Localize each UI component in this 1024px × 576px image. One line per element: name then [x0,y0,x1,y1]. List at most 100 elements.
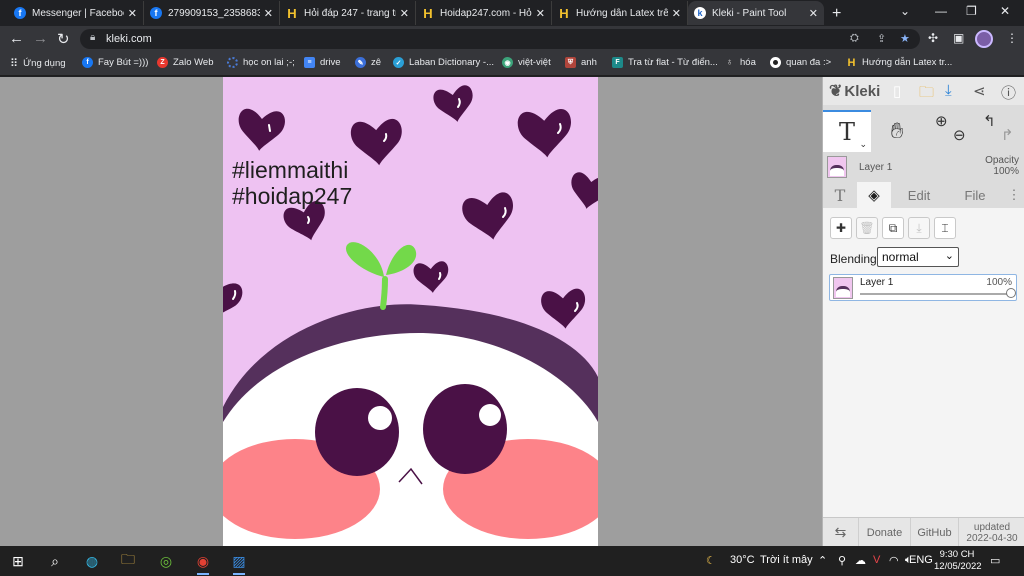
share-icon[interactable]: ⋖ [973,82,986,100]
help-icon[interactable]: ⓘ [1001,82,1016,103]
chevron-up-icon[interactable]: ⌃ [818,554,827,567]
delete-layer-button[interactable]: 🗑︎ [856,217,878,239]
bookmark-laban[interactable]: ✓ Laban Dictionary -... [393,57,494,68]
weather-icon[interactable]: ☾ [706,554,716,567]
updated-link[interactable]: updated 2022-04-30 [959,518,1024,547]
close-window-icon[interactable]: ✕ [1000,4,1010,18]
minimize-icon[interactable]: — [935,4,947,18]
url-text[interactable]: kleki.com [106,33,152,45]
address-bar[interactable]: 🔒︎ kleki.com ⛭ ⇪ ★ [80,29,920,49]
bookmark-latex[interactable]: H Hướng dẫn Latex tr... [846,57,953,69]
paint-app-icon[interactable]: ▨ [229,552,249,575]
weather-temp[interactable]: 30°C [730,554,755,566]
tab-layers[interactable]: ◈ [857,182,891,208]
close-tab-icon[interactable]: ✕ [128,7,137,20]
tab-title: Hướng dẫn Latex trên [576,7,668,19]
bookmark-star-icon[interactable]: ★ [900,32,910,45]
github-link[interactable]: GitHub [911,518,959,547]
windows-start-icon[interactable]: ⊞ [8,552,28,570]
bookmark-drive[interactable]: ≡ drive [304,57,341,68]
zoom-in-icon[interactable]: ⊕ [935,112,948,130]
translate-icon[interactable]: ⛭ [850,32,859,45]
more-menu[interactable]: ⋮ [1003,182,1024,208]
bookmark-fay-but[interactable]: f Fay Bút =))) [82,57,148,68]
file-explorer-icon[interactable]: 🗀︎ [118,551,138,570]
close-tab-icon[interactable]: ✕ [672,7,681,20]
tab-hoidap-1[interactable]: H Hỏi đáp 247 - trang tr ✕ [280,1,416,25]
add-layer-button[interactable]: ✚ [830,217,852,239]
bookmark-hoc-on-lai[interactable]: học on lai ;-; [227,57,295,68]
app-icon[interactable]: ◎ [156,552,176,570]
rename-layer-button[interactable]: ⌶ [934,217,956,239]
drawing-canvas[interactable]: #liemmaithi #hoidap247 [223,77,598,546]
restore-icon[interactable]: ❐ [966,4,977,18]
layer-item[interactable]: Layer 1 100% [829,274,1017,301]
share-icon[interactable]: ⇪ [877,32,886,45]
search-icon[interactable]: ⌕ [45,552,65,570]
tab-edit[interactable]: Edit [891,182,947,208]
bookmark-viet-viet[interactable]: ◉ việt-việt [502,57,551,68]
merge-down-button[interactable]: ⤓ [908,217,930,239]
cloud-icon[interactable]: ☁ [855,554,866,567]
zoom-out-icon[interactable]: ⊖ [953,126,966,144]
back-icon[interactable]: ← [9,30,24,47]
bookmarks-bar: ⠿ Ứng dụng f Fay Bút =))) Z Zalo Web học… [0,52,1024,76]
close-tab-icon[interactable]: ✕ [264,7,273,20]
chrome-icon[interactable]: ◉ [193,552,213,575]
bookmark-label: Fay Bút =))) [98,57,149,68]
menu-icon[interactable]: ⋮ [1006,31,1018,45]
app-tray-icon[interactable]: V [873,554,880,566]
network-icon[interactable]: ⚲ [838,554,846,567]
forward-icon[interactable]: → [33,30,48,47]
weather-desc[interactable]: Trời ít mây [760,554,813,566]
hand-tool-button[interactable]: ✋︎ [873,110,921,152]
redo-icon[interactable]: ↱ [1001,126,1014,144]
bookmark-apps[interactable]: ⠿ Ứng dụng [10,57,66,70]
edge-icon[interactable]: ◍ [82,552,102,570]
bookmark-tra-tu-flat[interactable]: F Tra từ flat - Từ điển... [612,57,718,68]
side-panel-icon[interactable]: ▣ [953,31,964,45]
bookmark-hoa[interactable]: ♁ hóa [724,57,756,68]
new-tab-icon[interactable]: + [832,5,841,23]
duplicate-layer-button[interactable]: ⧉ [882,217,904,239]
open-folder-icon[interactable]: 🗀︎ [919,82,934,107]
chevron-down-icon[interactable]: ⌄ [859,139,867,150]
close-tab-icon[interactable]: ✕ [536,7,545,20]
profile-avatar[interactable] [975,30,993,48]
bookmark-ze[interactable]: ✎ zê [355,57,381,68]
language-indicator[interactable]: ENG [909,554,933,566]
donate-link[interactable]: Donate [859,518,911,547]
close-tab-icon[interactable]: ✕ [400,7,409,20]
layer-opacity-slider[interactable] [860,293,1010,295]
tab-text-settings[interactable]: T [823,182,857,208]
canvas-workspace[interactable]: #liemmaithi #hoidap247 [0,77,822,546]
tab-facebook-photo[interactable]: f 279909153_23586838 ✕ [144,1,280,25]
bookmark-quan-da[interactable]: quan đa :> [770,57,831,68]
tab-search-icon[interactable]: ⌄ [900,4,910,18]
undo-icon[interactable]: ↰ [983,112,996,130]
bookmark-anh[interactable]: ⛨ anh [565,57,597,68]
opacity-readout[interactable]: Opacity 100% [985,155,1019,177]
tab-file[interactable]: File [947,182,1003,208]
notification-icon[interactable]: ▭ [990,554,1000,567]
tab-messenger[interactable]: f Messenger | Facebook ✕ [8,1,144,25]
layer-opacity-knob[interactable] [1006,288,1016,298]
kleki-logo[interactable]: ❦ Kleki [829,81,880,101]
close-tab-icon[interactable]: ✕ [809,7,818,20]
text-tool-button[interactable]: T ⌄ [823,110,871,152]
new-file-icon[interactable]: ▯ [893,82,901,100]
save-download-icon[interactable]: ⤓ [945,82,952,99]
lock-icon[interactable]: 🔒︎ [90,32,95,43]
bookmark-zalo[interactable]: Z Zalo Web [157,57,213,68]
tab-latex[interactable]: H Hướng dẫn Latex trên ✕ [552,1,688,25]
swap-side-button[interactable]: ⇆ [823,518,859,547]
blending-label: Blending [830,252,877,266]
reload-icon[interactable]: ↻ [57,30,70,48]
tab-hoidap-2[interactable]: H Hoidap247.com - Hỏi ✕ [416,1,552,25]
system-clock[interactable]: 9:30 CH 12/05/2022 [934,549,982,573]
extensions-icon[interactable]: ✣ [928,31,938,45]
wifi-icon[interactable]: ◠ [889,554,899,567]
blending-select[interactable]: normal ⌄ [877,247,959,267]
artwork[interactable] [223,77,598,546]
tab-kleki[interactable]: k Kleki - Paint Tool ✕ [688,1,824,25]
